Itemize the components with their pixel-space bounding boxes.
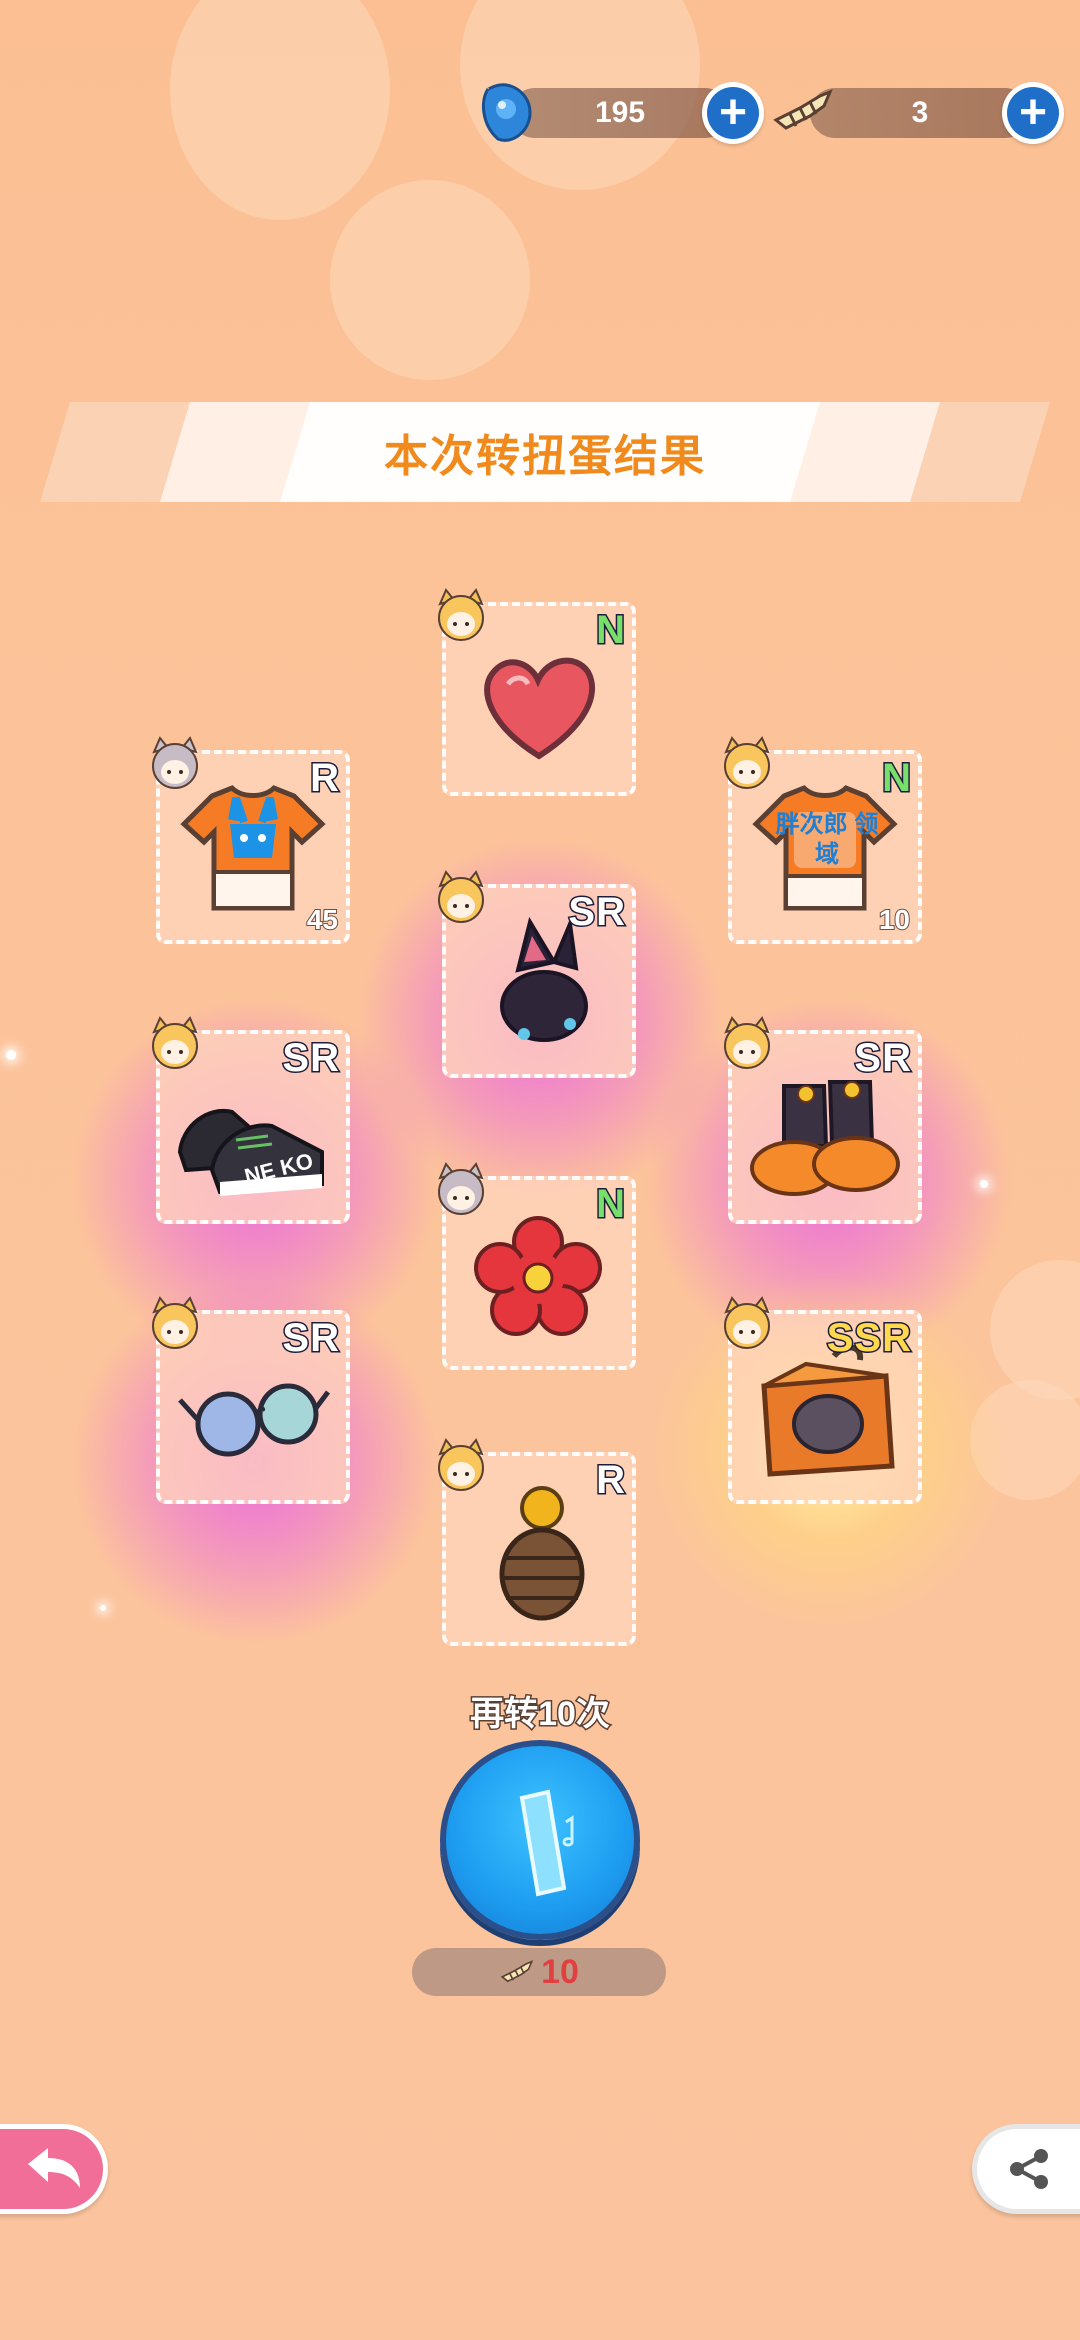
rarity-badge: N	[595, 1181, 627, 1228]
tshirt-print-text: 胖次郎 领域	[775, 811, 879, 868]
background-flower	[330, 180, 530, 380]
reward-card-heart[interactable]: N	[438, 588, 636, 796]
character-avatar-icon	[724, 1296, 770, 1349]
ticket-count: 3	[911, 96, 929, 129]
rarity-badge: R	[595, 1457, 627, 1504]
spin-cost-value: 10	[541, 1952, 579, 1991]
share-icon	[1010, 2149, 1048, 2189]
item-count: 10	[878, 903, 911, 936]
character-avatar-icon	[152, 1296, 198, 1349]
rarity-badge: N	[881, 755, 913, 802]
glow-stick-icon	[519, 1789, 574, 1897]
rarity-badge: R	[309, 755, 341, 802]
reward-card-glasses[interactable]: SR	[152, 1296, 350, 1504]
reward-card-sneakers[interactable]: NE KO SR	[152, 1016, 350, 1224]
rarity-badge: SSR	[825, 1315, 912, 1362]
reward-card-barrel[interactable]: R	[438, 1438, 636, 1646]
rarity-badge: SR	[281, 1035, 341, 1082]
add-tickets-button[interactable]: +	[1002, 82, 1064, 144]
result-banner: 本次转扭蛋结果	[40, 402, 1050, 502]
gem-count: 195	[594, 96, 646, 129]
plus-icon: +	[707, 87, 759, 139]
fish-bone-ticket-icon	[770, 86, 836, 136]
rarity-badge: SR	[567, 889, 627, 936]
character-avatar-icon	[724, 736, 770, 789]
rarity-badge: SR	[853, 1035, 913, 1082]
background-flower	[170, 0, 390, 220]
character-avatar-icon	[152, 1016, 198, 1069]
reward-card-flower[interactable]: N	[438, 1162, 636, 1370]
background-flower	[970, 1380, 1080, 1500]
spin-again-label: 再转10次	[469, 1694, 612, 1735]
sparkle	[6, 1050, 16, 1060]
background-flower	[990, 1260, 1080, 1400]
sparkle	[100, 1605, 106, 1611]
back-button[interactable]	[0, 2124, 108, 2214]
reward-card-chest[interactable]: SSR	[724, 1296, 922, 1504]
sparkle	[980, 1180, 988, 1188]
add-gems-button[interactable]: +	[702, 82, 764, 144]
character-avatar-icon	[438, 588, 484, 641]
spin-again-button[interactable]	[440, 1740, 640, 1940]
spin-cost: 10	[412, 1948, 666, 1996]
plus-icon: +	[1007, 87, 1059, 139]
blue-gem-icon	[476, 80, 536, 146]
character-avatar-icon	[438, 1438, 484, 1491]
rarity-badge: SR	[281, 1315, 341, 1362]
gem-counter: 195	[510, 88, 730, 138]
reward-card-headband[interactable]: SR	[438, 870, 636, 1078]
share-button[interactable]	[972, 2124, 1080, 2214]
banner-title: 本次转扭蛋结果	[384, 432, 706, 481]
reward-card-text-tshirt[interactable]: 胖次郎 领域 N 10	[724, 736, 922, 944]
character-avatar-icon	[724, 1016, 770, 1069]
character-avatar-icon	[152, 736, 198, 789]
character-avatar-icon	[438, 1162, 484, 1215]
character-avatar-icon	[438, 870, 484, 923]
reward-card-pumpkin-boots[interactable]: SR	[724, 1016, 922, 1224]
item-count: 45	[306, 903, 339, 936]
reward-card-bunny-tshirt[interactable]: R 45	[152, 736, 350, 944]
back-arrow-icon	[28, 2148, 80, 2188]
fish-bone-ticket-icon	[500, 1960, 534, 1983]
ticket-counter: 3	[810, 88, 1030, 138]
rarity-badge: N	[595, 607, 627, 654]
